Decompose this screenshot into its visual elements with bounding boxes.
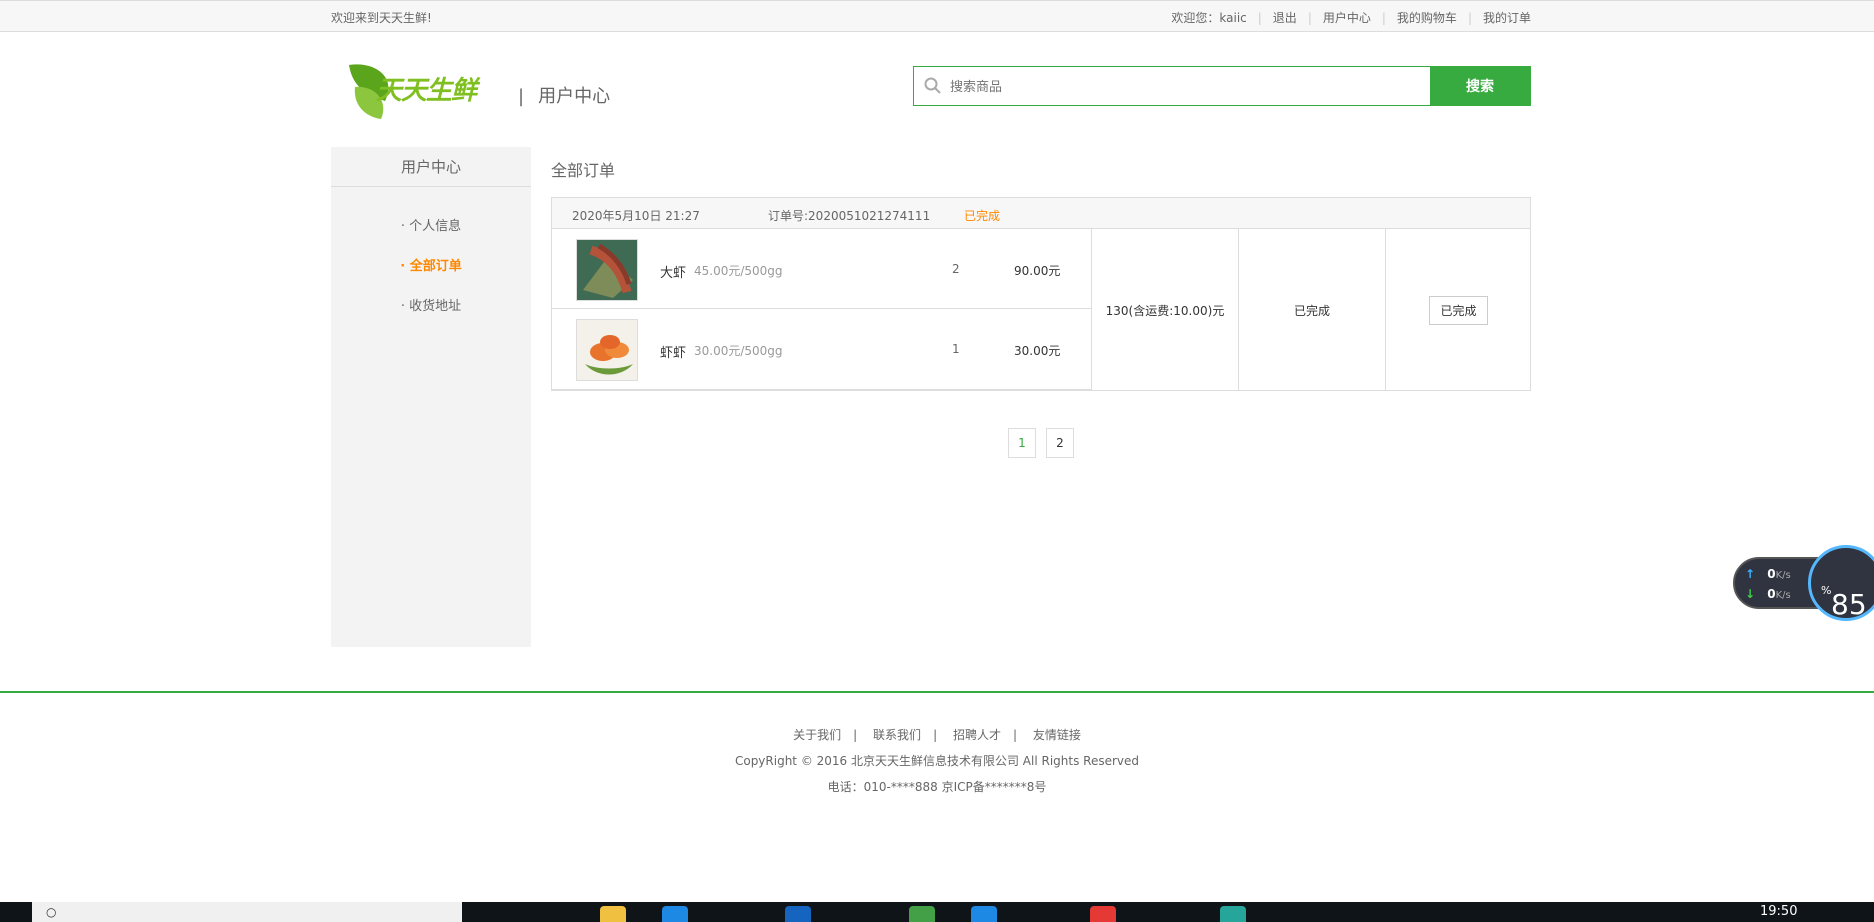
- footer: 关于我们 | 联系我们 | 招聘人才 | 友情链接 CopyRight © 2016 …: [0, 691, 1874, 901]
- orders-link[interactable]: 我的订单: [1483, 9, 1531, 26]
- footer-link-friends[interactable]: 友情链接: [1033, 728, 1081, 742]
- edge-icon[interactable]: [662, 906, 688, 922]
- pycharm-icon[interactable]: [1220, 906, 1246, 922]
- clock: 19:50: [1760, 904, 1798, 919]
- page-title: 全部订单: [551, 161, 616, 180]
- order-status-header: 已完成: [964, 209, 1001, 223]
- top-bar: 欢迎来到天天生鲜! 欢迎您：kaiic | 退出 | 用户中心 | 我的购物车 …: [0, 0, 1874, 32]
- sidebar-item-orders[interactable]: · 全部订单: [331, 247, 531, 287]
- page-subtitle: | 用户中心: [518, 86, 611, 107]
- search-input[interactable]: [950, 78, 1350, 94]
- user-center-link[interactable]: 用户中心: [1323, 9, 1371, 26]
- taskbar: ○ 19:50: [0, 902, 1874, 922]
- order-time: 2020年5月10日 21:27: [572, 209, 700, 223]
- footer-link-about[interactable]: 关于我们: [793, 728, 841, 742]
- page-button-1[interactable]: 1: [1008, 428, 1036, 458]
- search-field[interactable]: [914, 67, 1430, 105]
- order-action-button[interactable]: 已完成: [1429, 295, 1488, 325]
- product-price: 45.00元/500gg: [694, 264, 783, 278]
- sidebar-title: 用户中心: [331, 147, 531, 187]
- order-number: 订单号:2020051021274111: [768, 209, 931, 223]
- browser-icon[interactable]: [971, 906, 997, 922]
- product-name[interactable]: 虾虾: [660, 342, 686, 361]
- product-subtotal: 30.00元: [1014, 344, 1061, 358]
- order-item: 大虾 45.00元/500gg 2 90.00元: [552, 229, 1092, 309]
- product-qty: 2: [952, 262, 960, 276]
- cart-link[interactable]: 我的购物车: [1397, 9, 1457, 26]
- footer-link-contact[interactable]: 联系我们: [873, 728, 921, 742]
- footer-links: 关于我们 | 联系我们 | 招聘人才 | 友情链接: [793, 728, 1081, 742]
- search-icon: [924, 77, 941, 94]
- copyright-text: CopyRight © 2016 北京天天生鲜信息技术有限公司 All Righ…: [734, 754, 1140, 768]
- order-action: 已完成: [1385, 229, 1531, 391]
- page-button-2[interactable]: 2: [1046, 428, 1074, 458]
- footer-link-jobs[interactable]: 招聘人才: [953, 728, 1001, 742]
- product-qty: 1: [952, 342, 960, 356]
- welcome-text: 欢迎来到天天生鲜!: [331, 11, 432, 25]
- wechat-icon[interactable]: [909, 906, 935, 922]
- logo-text[interactable]: 天天生鲜: [376, 70, 477, 107]
- greeting-text: 欢迎您：kaiic: [1171, 11, 1247, 25]
- tel-text: 电话：010-****888 京ICP备*******8号: [827, 780, 1047, 794]
- sidebar-item-profile[interactable]: · 个人信息: [331, 207, 531, 247]
- memory-gauge[interactable]: 85%: [1808, 545, 1874, 621]
- product-price: 30.00元/500gg: [694, 344, 783, 358]
- order-card: 2020年5月10日 21:27 订单号:2020051021274111 已完…: [551, 197, 1531, 391]
- order-total: 130(含运费:10.00)元: [1091, 229, 1238, 391]
- logout-link[interactable]: 退出: [1273, 9, 1297, 26]
- arrow-up-icon: ↑: [1745, 567, 1756, 581]
- download-speed: ↓ 0K/s: [1745, 587, 1791, 601]
- order-items: 大虾 45.00元/500gg 2 90.00元 虾虾 30.00元/500gg…: [552, 229, 1092, 391]
- taskbar-search[interactable]: ○: [32, 902, 462, 922]
- search-button[interactable]: 搜索: [1430, 67, 1530, 105]
- top-links: 欢迎您：kaiic | 退出 | 用户中心 | 我的购物车 | 我的订单: [1171, 9, 1531, 26]
- order-item: 虾虾 30.00元/500gg 1 30.00元: [552, 309, 1092, 390]
- upload-speed: ↑ 0K/s: [1745, 567, 1791, 581]
- search-icon: ○: [46, 905, 57, 919]
- folder-icon[interactable]: [600, 906, 626, 922]
- search-bar: 搜索: [913, 66, 1531, 106]
- pagination: 1 2: [1008, 428, 1074, 458]
- sidebar-item-address[interactable]: · 收货地址: [331, 287, 531, 327]
- order-status: 已完成: [1238, 229, 1385, 391]
- order-header: 2020年5月10日 21:27 订单号:2020051021274111 已完…: [552, 198, 1530, 229]
- product-image[interactable]: [576, 319, 638, 381]
- product-name[interactable]: 大虾: [660, 262, 686, 281]
- app-icon[interactable]: [785, 906, 811, 922]
- sidebar: 用户中心 · 个人信息 · 全部订单 · 收货地址: [331, 147, 531, 647]
- product-image[interactable]: [576, 239, 638, 301]
- arrow-down-icon: ↓: [1745, 587, 1756, 601]
- chrome-icon[interactable]: [1090, 906, 1116, 922]
- product-subtotal: 90.00元: [1014, 264, 1061, 278]
